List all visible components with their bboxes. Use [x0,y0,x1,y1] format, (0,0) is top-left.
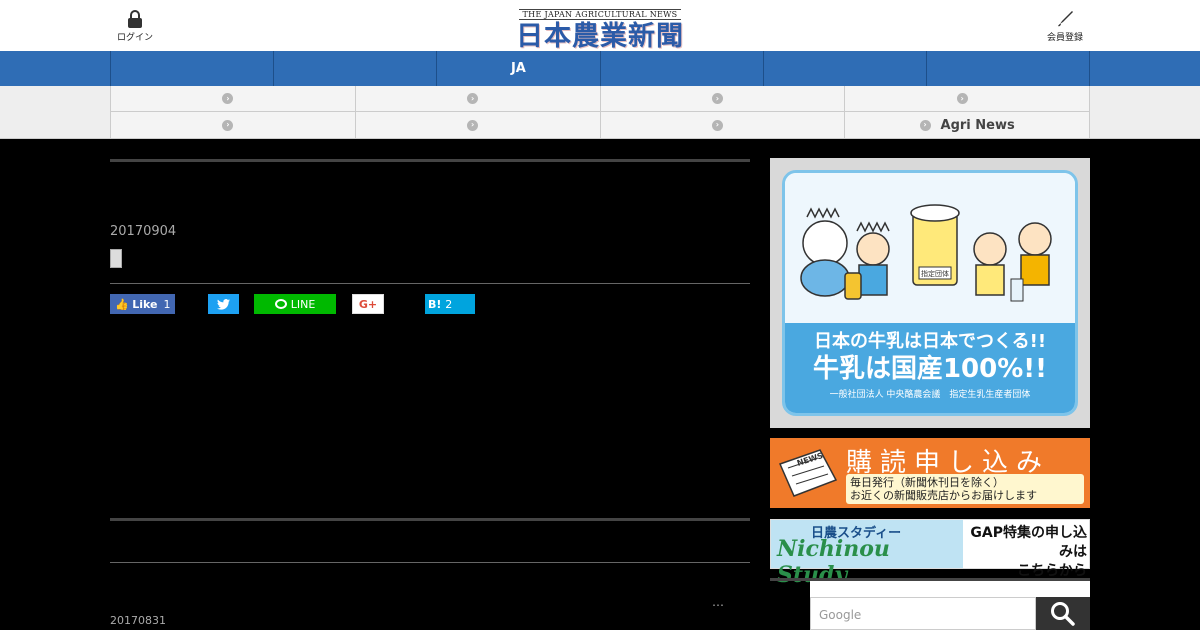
register-button[interactable]: 会員登録 [1042,10,1088,43]
like-label: Like [132,297,158,311]
facebook-like-button[interactable]: 👍 Like 1 [110,294,175,314]
chevron-right-icon: › [711,93,723,104]
more-ellipsis[interactable]: … [712,595,724,609]
chevron-right-icon: › [467,93,479,104]
list-divider [110,562,750,563]
subnav-item-6[interactable]: › [355,112,601,139]
chevron-right-icon: › [919,119,931,131]
article-column: 20170904 👍 Like 1 LINE G+ B! 2 … 20170831 [110,139,750,630]
svg-text:指定団体: 指定団体 [921,269,949,278]
search-input[interactable]: Google [810,597,1036,630]
nav-item-ja[interactable]: JA [437,51,601,86]
subnav-item-agri-news[interactable]: › Agri News [845,112,1090,139]
chevron-right-icon: › [222,119,234,131]
subnav-item-2[interactable]: › [355,86,601,112]
subnav-item-3[interactable]: › [600,86,846,112]
register-label: 会員登録 [1046,33,1083,43]
hatena-count: 2 [445,297,453,311]
subscribe-banner-ad[interactable]: NEWS 購読申し込み 毎日発行（新聞休刊日を除く） お近くの新聞販売店からお届… [770,438,1090,508]
subscribe-line-2: お近くの新聞販売店からお届けします [850,489,1037,502]
sub-nav: › › › › › › › › Agri News [0,86,1200,139]
twitter-bird-icon [217,298,230,310]
subnav-item-5[interactable]: › [111,112,356,139]
main-nav: JA [0,51,1200,86]
chevron-right-icon: › [711,119,723,131]
subscribe-info: 毎日発行（新聞休刊日を除く） お近くの新聞販売店からお届けします [846,474,1084,504]
like-count: 1 [163,297,171,311]
login-label: ログイン [116,33,153,43]
thumbs-up-icon: 👍 [115,297,129,311]
milk-banner-ad[interactable]: 指定団体 日本の牛乳は日本でつくる!! 牛乳は国産100%!! 一般社団法人 中… [770,158,1090,428]
search-icon [1051,601,1075,626]
next-article-date: 20170831 [110,614,166,627]
study-cta-line-1: GAP特集の申し込みは [970,525,1087,560]
pen-icon [1058,11,1073,27]
article-date: 20170904 [110,224,177,239]
login-button[interactable]: ログイン [112,10,158,43]
milk-banner-text: 日本の牛乳は日本でつくる!! 牛乳は国産100%!! 一般社団法人 中央酪農会議… [785,323,1075,413]
chevron-right-icon: › [956,93,968,104]
site-logo[interactable]: THE JAPAN AGRICULTURAL NEWS 日本農業新聞 [500,2,700,53]
article-title-placeholder [110,249,122,268]
line-chat-icon [274,299,287,309]
bottom-divider [110,518,750,521]
nav-item-6[interactable] [927,51,1091,86]
milk-headline: 日本の牛乳は日本でつくる!! [813,331,1047,352]
subnav-item-7[interactable]: › [600,112,846,139]
study-banner-ad[interactable]: 日農スタディー Nichinou Study GAP特集の申し込みは こちらから [770,519,1090,588]
logo-title: 日本農業新聞 [516,21,684,52]
search-button[interactable] [1036,597,1090,630]
line-share-button[interactable]: LINE [254,294,336,314]
nav-item-2[interactable] [274,51,438,86]
top-divider [110,159,750,162]
study-banner-right: GAP特集の申し込みは こちらから [967,524,1087,581]
chevron-right-icon: › [467,119,479,131]
chevron-right-icon: › [222,93,234,104]
subnav-label: Agri News [940,117,1015,133]
subscribe-line-1: 毎日発行（新聞休刊日を除く） [850,476,1004,489]
newspaper-icon: NEWS [778,449,838,497]
nav-item-4[interactable] [601,51,764,86]
subnav-item-4[interactable]: › [845,86,1090,112]
milk-illustration: 指定団体 [785,173,1075,323]
hatena-bookmark-button[interactable]: B! 2 [425,294,475,314]
nav-item-1[interactable] [111,51,275,86]
google-plus-share-button[interactable]: G+ [352,294,384,314]
subnav-item-1[interactable]: › [111,86,356,112]
milk-slogan: 牛乳は国産100%!! [812,354,1048,384]
line-label: LINE [290,297,316,311]
twitter-share-button[interactable] [208,294,239,314]
logo-subtitle: THE JAPAN AGRICULTURAL NEWS [518,9,682,20]
lock-icon [128,10,142,28]
hatena-label: B! [428,297,442,311]
top-bar: ログイン THE JAPAN AGRICULTURAL NEWS 日本農業新聞 … [0,0,1200,53]
milk-sponsor: 一般社団法人 中央酪農会議 指定生乳生産者団体 [829,390,1031,400]
study-banner-left: 日農スタディー Nichinou Study [771,520,963,588]
nav-item-5[interactable] [764,51,927,86]
title-divider [110,283,750,284]
